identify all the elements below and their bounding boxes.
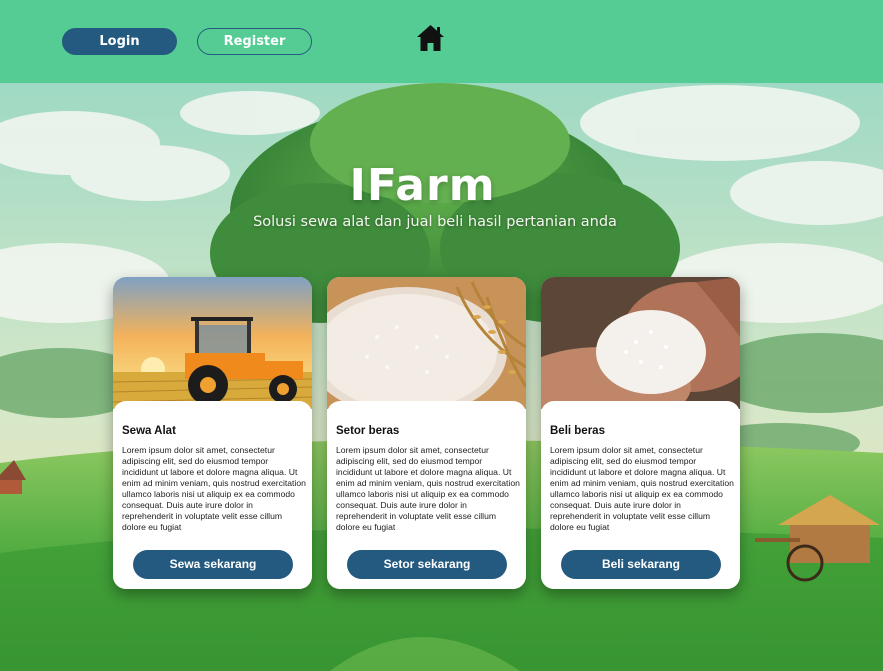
- card-title: Beli beras: [550, 425, 605, 437]
- card-title: Sewa Alat: [122, 425, 176, 437]
- top-navbar: Login Register: [0, 0, 883, 83]
- tractor-sunset-image: [113, 277, 312, 409]
- service-card-sewa-alat: Sewa Alat Lorem ipsum dolor sit amet, co…: [113, 277, 312, 589]
- card-description: Lorem ipsum dolor sit amet, consectetur …: [550, 445, 734, 532]
- card-description: Lorem ipsum dolor sit amet, consectetur …: [122, 445, 306, 532]
- hero-title: IFarm: [349, 160, 496, 211]
- home-icon[interactable]: [416, 24, 445, 52]
- card-title: Setor beras: [336, 425, 400, 437]
- sewa-sekarang-button[interactable]: Sewa sekarang: [133, 550, 293, 579]
- card-body: Sewa Alat Lorem ipsum dolor sit amet, co…: [113, 401, 312, 589]
- service-card-setor-beras: Setor beras Lorem ipsum dolor sit amet, …: [327, 277, 526, 589]
- setor-sekarang-button[interactable]: Setor sekarang: [347, 550, 507, 579]
- rice-in-hands-image: [541, 277, 740, 409]
- card-description: Lorem ipsum dolor sit amet, consectetur …: [336, 445, 520, 532]
- login-button[interactable]: Login: [62, 28, 177, 55]
- beli-sekarang-button[interactable]: Beli sekarang: [561, 550, 721, 579]
- service-card-beli-beras: Beli beras Lorem ipsum dolor sit amet, c…: [541, 277, 740, 589]
- hero-subtitle: Solusi sewa alat dan jual beli hasil per…: [253, 214, 617, 230]
- card-body: Beli beras Lorem ipsum dolor sit amet, c…: [541, 401, 740, 589]
- rice-grain-basket-image: [327, 277, 526, 409]
- card-body: Setor beras Lorem ipsum dolor sit amet, …: [327, 401, 526, 589]
- register-button[interactable]: Register: [197, 28, 312, 55]
